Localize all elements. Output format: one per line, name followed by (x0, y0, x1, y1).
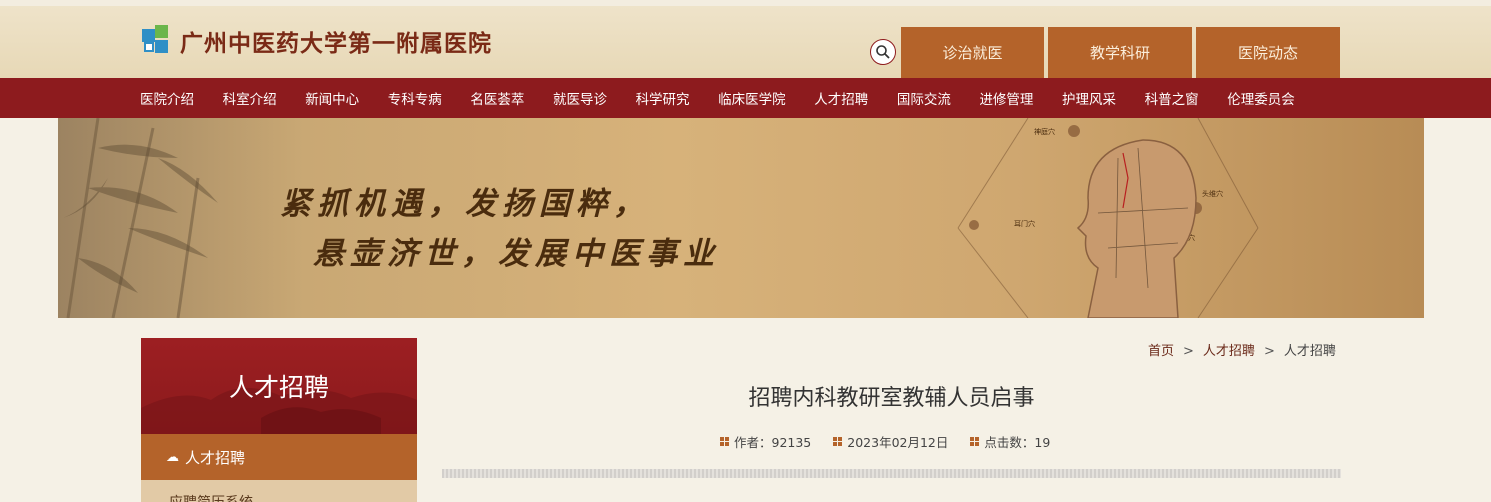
views-text: 点击数：19 (984, 435, 1051, 450)
date-text: 2023年02月12日 (847, 435, 949, 450)
acupuncture-head-illustration: 神庭穴 头维穴 耳门穴 风池穴 (957, 118, 1259, 318)
nav-item-recruitment[interactable]: 人才招聘 (814, 88, 868, 108)
breadcrumb-separator: > (1263, 344, 1275, 359)
nav-item-hospital-intro[interactable]: 医院介绍 (140, 88, 194, 108)
article-meta: 作者：92135 2023年02月12日 点击数：19 (720, 432, 1050, 451)
banner-label-3: 耳门穴 (1014, 219, 1035, 228)
meta-views: 点击数：19 (970, 432, 1050, 451)
nav-item-departments[interactable]: 科室介绍 (223, 88, 277, 108)
article-title: 招聘内科教研室教辅人员启事 (748, 386, 1035, 411)
search-icon (876, 45, 890, 59)
content-divider (442, 469, 1341, 478)
breadcrumb-current: 人才招聘 (1283, 344, 1336, 359)
sidebar-title: 人才招聘 (228, 373, 329, 402)
nav-item-training[interactable]: 进修管理 (979, 88, 1033, 108)
meta-author: 作者：92135 (720, 432, 811, 451)
sidebar-item-label: 应聘简历系统 (169, 492, 253, 502)
breadcrumb-recruitment[interactable]: 人才招聘 (1203, 344, 1255, 359)
nav-item-clinical-college[interactable]: 临床医学院 (718, 88, 786, 108)
author-text: 作者：92135 (734, 435, 812, 450)
bullet-icon (970, 437, 980, 446)
hospital-logo[interactable]: 广州中医药大学第一附属医院 (140, 24, 492, 58)
nav-item-research[interactable]: 科学研究 (636, 88, 690, 108)
banner-slogan-line2: 悬壶济世，发展中医事业 (313, 236, 720, 272)
banner-label-2: 头维穴 (1202, 189, 1223, 198)
nav-item-guide[interactable]: 就医导诊 (553, 88, 607, 108)
bullet-icon (720, 437, 729, 446)
tab-diagnosis[interactable]: 诊治就医 (901, 27, 1044, 78)
nav-item-famous-doctors[interactable]: 名医荟萃 (470, 88, 524, 108)
nav-item-international[interactable]: 国际交流 (897, 88, 951, 108)
cloud-arrow-icon: ☁ (166, 449, 179, 465)
site-header: 广州中医药大学第一附属医院 诊治就医 教学科研 医院动态 (0, 0, 1491, 78)
logo-text: 广州中医药大学第一附属医院 (180, 30, 492, 57)
sidebar-item-label: 人才招聘 (185, 448, 246, 467)
nav-item-science-window[interactable]: 科普之窗 (1145, 88, 1199, 108)
nav-item-news-center[interactable]: 新闻中心 (305, 88, 359, 108)
sidebar-header: 人才招聘 (141, 338, 417, 434)
bullet-icon (833, 437, 843, 446)
sidebar-item-recruitment[interactable]: ☁ 人才招聘 (141, 434, 417, 480)
sidebar-item-resume-system[interactable]: 应聘简历系统 (141, 480, 417, 502)
meta-date: 2023年02月12日 (833, 432, 948, 451)
nav-item-specialties[interactable]: 专科专病 (388, 88, 442, 108)
top-tabs: 诊治就医 教学科研 医院动态 (901, 27, 1340, 78)
bamboo-illustration (63, 118, 218, 318)
breadcrumb-home[interactable]: 首页 (1148, 344, 1174, 359)
banner-slogan-line1: 紧抓机遇，发扬国粹， (280, 186, 650, 222)
main-nav: 医院介绍 科室介绍 新闻中心 专科专病 名医荟萃 就医导诊 科学研究 临床医学院… (0, 78, 1491, 118)
hero-banner: 紧抓机遇，发扬国粹， 悬壶济世，发展中医事业 神庭穴 头维穴 耳门穴 风池穴 (58, 118, 1424, 318)
breadcrumb: 首页 > 人才招聘 > 人才招聘 (1148, 340, 1336, 359)
nav-item-ethics[interactable]: 伦理委员会 (1227, 88, 1295, 108)
breadcrumb-separator: > (1183, 344, 1194, 359)
search-button[interactable] (870, 39, 896, 65)
nav-item-nursing[interactable]: 护理风采 (1062, 88, 1116, 108)
banner-label-1: 神庭穴 (1034, 127, 1055, 136)
tab-teaching-research[interactable]: 教学科研 (1048, 27, 1192, 78)
tab-hospital-news[interactable]: 医院动态 (1196, 27, 1340, 78)
logo-cross-icon (140, 25, 172, 57)
